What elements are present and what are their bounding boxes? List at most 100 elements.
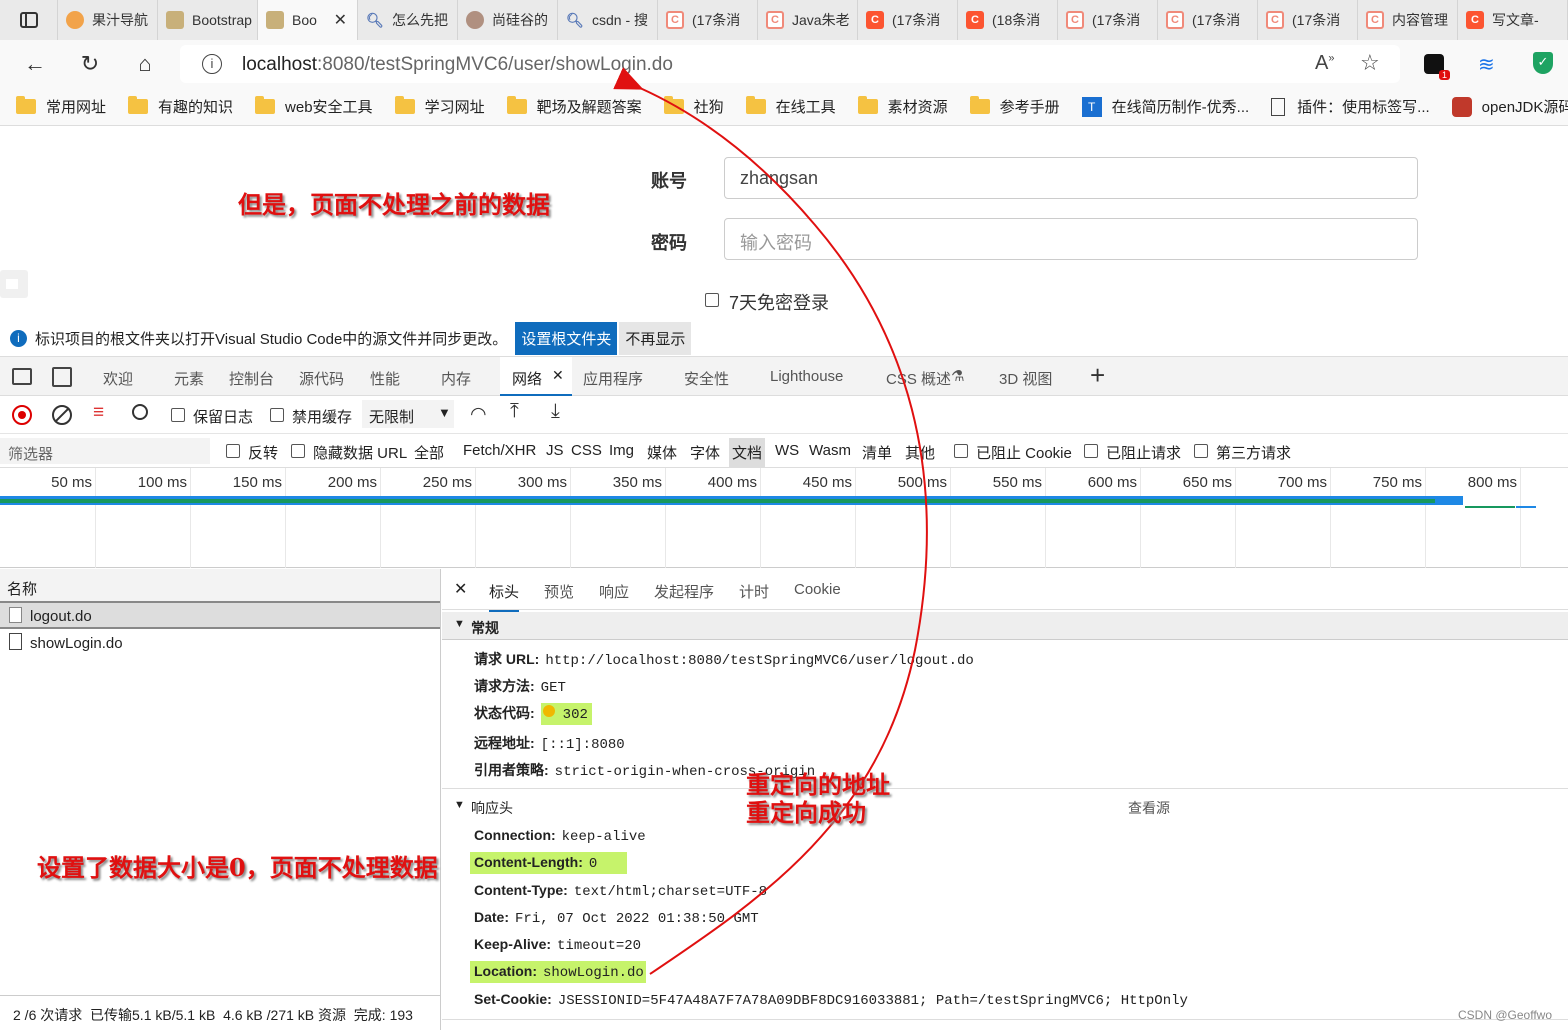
tab-1[interactable]: 果汁导航 [58, 0, 158, 40]
set-root-folder-button[interactable]: 设置根文件夹 [515, 321, 618, 355]
tab-10[interactable]: C (18条消 [958, 0, 1058, 40]
filter-type-img[interactable]: Img [609, 442, 634, 459]
tab-elements[interactable]: 元素 [174, 368, 204, 389]
general-section-header[interactable]: ▼ 常规 [442, 612, 1568, 640]
filter-icon[interactable]: ≡ [93, 402, 104, 424]
tab-3-active[interactable]: Boo ✕ [258, 0, 358, 40]
filter-type-js[interactable]: JS [546, 442, 564, 459]
tab-5[interactable]: 尚硅谷的 [458, 0, 558, 40]
tab-9[interactable]: C (17条消 [858, 0, 958, 40]
tab-memory[interactable]: 内存 [441, 368, 471, 389]
filter-type-media[interactable]: 媒体 [647, 442, 677, 463]
bookmark-folder[interactable]: 素材资源 [857, 96, 948, 117]
name-column-header[interactable]: 名称 [0, 569, 440, 603]
tab-3d-view[interactable]: 3D 视图 [999, 368, 1052, 389]
filter-type-css[interactable]: CSS [571, 442, 602, 459]
bookmark-link[interactable]: T 在线简历制作-优秀... [1081, 96, 1249, 117]
read-aloud-icon[interactable]: A» [1315, 52, 1334, 75]
back-button[interactable]: ← [21, 50, 49, 78]
refresh-button[interactable]: ↻ [76, 50, 104, 78]
import-har-icon[interactable]: ⤒ [510, 400, 519, 423]
home-button[interactable]: ⌂ [131, 50, 159, 78]
remember-checkbox[interactable] [705, 293, 719, 307]
account-input[interactable]: zhangsan [724, 157, 1418, 199]
tab-2[interactable]: Bootstrap [158, 0, 258, 40]
network-overview-timeline[interactable]: 50 ms 100 ms 150 ms 200 ms 250 ms 300 ms… [0, 468, 1568, 568]
tab-sources[interactable]: 源代码 [299, 368, 344, 389]
third-party-checkbox[interactable] [1194, 444, 1208, 458]
bookmark-folder[interactable]: web安全工具 [255, 96, 373, 117]
dismiss-button[interactable]: 不再显示 [619, 321, 692, 355]
close-tab-icon[interactable]: ✕ [334, 10, 347, 30]
filter-type-all[interactable]: 全部 [414, 442, 444, 463]
invert-checkbox[interactable] [226, 444, 240, 458]
bookmark-folder[interactable]: 参考手册 [969, 96, 1060, 117]
filter-type-ws[interactable]: WS [775, 442, 799, 459]
filter-type-font[interactable]: 字体 [690, 442, 720, 463]
extension-icon[interactable]: 1 [1424, 54, 1450, 80]
tab-12[interactable]: C (17条消 [1158, 0, 1258, 40]
tab-security[interactable]: 安全性 [684, 368, 729, 389]
tab-lighthouse[interactable]: Lighthouse [770, 368, 843, 385]
bookmark-link[interactable]: openJDK源码下 [1451, 96, 1568, 117]
preserve-log-checkbox[interactable] [171, 408, 185, 422]
detail-tab-preview[interactable]: 预览 [544, 581, 574, 602]
filter-type-doc[interactable]: 文档 [729, 438, 766, 467]
throttle-select[interactable]: 无限制 ▼ [362, 400, 454, 428]
tab-css-overview[interactable]: CSS 概述 [886, 368, 951, 389]
tab-performance[interactable]: 性能 [370, 368, 400, 389]
clear-icon[interactable] [52, 405, 72, 425]
detail-tab-headers[interactable]: 标头 [489, 581, 520, 612]
url-input[interactable]: i localhost:8080/testSpringMVC6/user/sho… [180, 45, 1400, 83]
blocked-requests-checkbox[interactable] [1084, 444, 1098, 458]
table-row[interactable]: logout.do [0, 603, 440, 629]
tab-actions-button[interactable] [0, 0, 58, 40]
tab-6[interactable]: 🔍︎ csdn - 搜 [558, 0, 658, 40]
tab-13[interactable]: C (17条消 [1258, 0, 1358, 40]
search-icon[interactable] [132, 404, 148, 420]
tab-15[interactable]: C 写文章- [1458, 0, 1568, 40]
device-emulation-icon[interactable] [52, 367, 72, 387]
close-icon[interactable]: ✕ [454, 579, 467, 599]
layers-extension-icon[interactable]: ≋ [1478, 52, 1495, 77]
bookmark-folder[interactable]: 常用网址 [16, 96, 106, 117]
disable-cache-checkbox[interactable] [270, 408, 284, 422]
detail-tab-timing[interactable]: 计时 [739, 581, 769, 602]
blocked-cookies-checkbox[interactable] [954, 444, 968, 458]
password-input[interactable]: 输入密码 [724, 218, 1418, 260]
filter-input[interactable]: 筛选器 [0, 438, 210, 464]
filter-type-other[interactable]: 其他 [905, 442, 935, 463]
tab-8[interactable]: C Java朱老 [758, 0, 858, 40]
tab-network[interactable]: 网络 ✕ [500, 357, 572, 396]
filter-type-manifest[interactable]: 清单 [862, 442, 892, 463]
view-source-link[interactable]: 查看源 [1128, 798, 1170, 818]
tab-welcome[interactable]: 欢迎 [103, 368, 133, 389]
bookmark-folder[interactable]: 学习网址 [394, 96, 485, 117]
shield-check-icon[interactable]: ✓ [1533, 52, 1553, 74]
response-headers-section-header[interactable]: ▼ 响应头 查看源 [442, 793, 1568, 819]
add-tab-icon[interactable]: + [1090, 360, 1105, 391]
hide-data-url-checkbox[interactable] [291, 444, 305, 458]
tab-7[interactable]: C (17条消 [658, 0, 758, 40]
detail-tab-cookie[interactable]: Cookie [794, 581, 841, 598]
tab-14[interactable]: C 内容管理 [1358, 0, 1458, 40]
detail-tab-response[interactable]: 响应 [599, 581, 629, 602]
detail-tab-initiator[interactable]: 发起程序 [654, 581, 714, 602]
info-icon[interactable]: i [202, 54, 222, 74]
side-widget[interactable] [0, 270, 28, 298]
bookmark-folder[interactable]: 在线工具 [745, 96, 836, 117]
filter-type-wasm[interactable]: Wasm [809, 442, 851, 459]
inspect-element-icon[interactable] [12, 368, 32, 385]
tab-4[interactable]: 🔍︎ 怎么先把 [358, 0, 458, 40]
table-row[interactable]: showLogin.do [0, 631, 440, 657]
bookmark-folder[interactable]: 社狗 [663, 96, 724, 117]
tab-console[interactable]: 控制台 [229, 368, 274, 389]
export-har-icon[interactable]: ⤓ [551, 400, 560, 423]
network-conditions-icon[interactable]: ◠ [470, 403, 487, 426]
favorite-star-icon[interactable]: ☆ [1360, 50, 1380, 76]
bookmark-folder[interactable]: 有趣的知识 [128, 96, 233, 117]
bookmark-folder[interactable]: 靶场及解题答案 [506, 96, 642, 117]
tab-application[interactable]: 应用程序 [583, 368, 643, 389]
tab-11[interactable]: C (17条消 [1058, 0, 1158, 40]
bookmark-link[interactable]: 插件：使用标签写... [1271, 96, 1430, 117]
